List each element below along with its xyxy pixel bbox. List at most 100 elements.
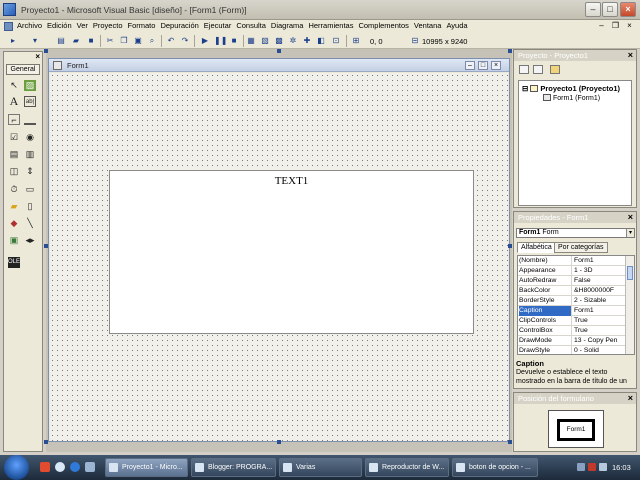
redo-icon[interactable]: ↷ bbox=[180, 36, 190, 46]
menu-item[interactable]: Herramientas bbox=[308, 21, 353, 30]
menu-item[interactable]: Depuración bbox=[160, 21, 198, 30]
quicklaunch-icon[interactable] bbox=[55, 462, 65, 472]
add-form-icon[interactable]: ▾ bbox=[30, 36, 40, 46]
property-row[interactable]: Appearance 1 - 3D bbox=[518, 266, 626, 276]
menu-item[interactable]: Consulta bbox=[236, 21, 266, 30]
child-close-button[interactable]: × bbox=[624, 21, 635, 30]
property-value[interactable]: &H8000000F bbox=[574, 286, 626, 296]
property-value[interactable]: Form1 bbox=[574, 306, 626, 316]
tab-alphabetic[interactable]: Alfabética bbox=[517, 242, 556, 253]
resize-handle[interactable] bbox=[508, 440, 512, 444]
property-value[interactable]: False bbox=[574, 276, 626, 286]
menu-item[interactable]: Ayuda bbox=[446, 21, 467, 30]
menu-item[interactable]: Ver bbox=[77, 21, 88, 30]
data-view-icon[interactable]: ◧ bbox=[316, 36, 326, 46]
taskbar-button[interactable]: Varias bbox=[279, 458, 362, 477]
optionbutton-tool-icon[interactable]: ◉ bbox=[24, 132, 36, 143]
stop-icon[interactable]: ■ bbox=[229, 36, 239, 46]
designer-close-button[interactable]: × bbox=[491, 61, 501, 70]
property-value[interactable]: 13 - Copy Pen bbox=[574, 336, 626, 346]
tab-categorized[interactable]: Por categorías bbox=[554, 242, 608, 253]
property-row[interactable]: ControlBox True bbox=[518, 326, 626, 336]
property-row[interactable]: BorderStyle 2 - Sizable bbox=[518, 296, 626, 306]
menu-item[interactable]: Complementos bbox=[358, 21, 408, 30]
minimize-button[interactable]: – bbox=[585, 2, 601, 17]
resize-handle[interactable] bbox=[508, 244, 512, 248]
combobox-tool-icon[interactable]: ▤ bbox=[8, 149, 20, 160]
properties-close-icon[interactable]: × bbox=[628, 212, 633, 222]
view-code-icon[interactable] bbox=[519, 65, 529, 74]
property-row[interactable]: DrawStyle 0 - Solid bbox=[518, 346, 626, 354]
start-icon[interactable]: ▶ bbox=[200, 36, 210, 46]
object-browser-icon[interactable]: ✲ bbox=[288, 36, 298, 46]
property-value[interactable]: Form1 bbox=[574, 256, 626, 266]
form-layout-close-icon[interactable]: × bbox=[628, 393, 633, 403]
toolbox-close-icon[interactable]: × bbox=[35, 52, 40, 61]
resize-handle[interactable] bbox=[44, 49, 48, 53]
picturebox-tool-icon[interactable]: ▨ bbox=[24, 80, 36, 91]
resize-handle[interactable] bbox=[44, 440, 48, 444]
toolbox-icon[interactable]: ✚ bbox=[302, 36, 312, 46]
cut-icon[interactable]: ✂ bbox=[105, 36, 115, 46]
data-tool-icon[interactable]: ◂▸ bbox=[24, 235, 36, 246]
object-select[interactable]: Form1 Form ▾ bbox=[516, 228, 635, 238]
drivelistbox-tool-icon[interactable]: ▭ bbox=[24, 184, 36, 195]
designer-minimize-button[interactable]: – bbox=[465, 61, 475, 70]
menu-editor-icon[interactable]: ▤ bbox=[56, 36, 66, 46]
menu-item[interactable]: Ejecutar bbox=[204, 21, 232, 30]
pointer-tool-icon[interactable]: ↖ bbox=[8, 80, 20, 91]
listbox-tool-icon[interactable]: ▥ bbox=[24, 149, 36, 160]
property-row[interactable]: DrawMode 13 - Copy Pen bbox=[518, 336, 626, 346]
quicklaunch-icon[interactable] bbox=[85, 462, 95, 472]
frame-tool-icon[interactable]: ⌐ bbox=[8, 114, 20, 125]
property-row[interactable]: AutoRedraw False bbox=[518, 276, 626, 286]
resize-handle[interactable] bbox=[508, 49, 512, 53]
vb-app-icon[interactable] bbox=[3, 3, 16, 16]
resize-handle[interactable] bbox=[44, 244, 48, 248]
taskbar-button[interactable]: boton de opcion - ... bbox=[452, 458, 538, 477]
designer-maximize-button[interactable]: □ bbox=[478, 61, 488, 70]
properties-scrollbar[interactable] bbox=[625, 256, 634, 354]
property-row[interactable]: BackColor &H8000000F bbox=[518, 286, 626, 296]
menu-item[interactable]: Diagrama bbox=[271, 21, 304, 30]
add-project-icon[interactable]: ▸ bbox=[8, 36, 18, 46]
properties-window-icon[interactable]: ▧ bbox=[260, 36, 270, 46]
menu-item[interactable]: Proyecto bbox=[93, 21, 123, 30]
component-manager-icon[interactable]: ⊡ bbox=[331, 36, 341, 46]
volume-icon[interactable] bbox=[599, 463, 607, 471]
form-layout-icon[interactable]: ▩ bbox=[274, 36, 284, 46]
property-row[interactable]: (Nombre) Form1 bbox=[518, 256, 626, 266]
property-value[interactable]: 2 - Sizable bbox=[574, 296, 626, 306]
tree-node-form[interactable]: Form1 (Form1) bbox=[543, 94, 600, 102]
child-minimize-button[interactable]: – bbox=[596, 21, 607, 30]
clock[interactable]: 16:03 bbox=[612, 463, 631, 472]
undo-icon[interactable]: ↶ bbox=[166, 36, 176, 46]
checkbox-tool-icon[interactable]: ☑ bbox=[8, 132, 20, 143]
menu-item[interactable]: Edición bbox=[47, 21, 72, 30]
quicklaunch-icon[interactable] bbox=[70, 462, 80, 472]
form-preview[interactable]: Form1 bbox=[557, 419, 595, 441]
hscrollbar-tool-icon[interactable]: ◫ bbox=[8, 166, 20, 177]
maximize-button[interactable]: □ bbox=[602, 2, 618, 17]
text1-textbox[interactable]: TEXT1 bbox=[109, 170, 474, 334]
filelistbox-tool-icon[interactable]: ▯ bbox=[24, 201, 36, 212]
tray-icon[interactable] bbox=[577, 463, 585, 471]
menu-item[interactable]: Formato bbox=[128, 21, 156, 30]
vscrollbar-tool-icon[interactable]: ⇕ bbox=[24, 166, 36, 177]
property-value[interactable]: True bbox=[574, 326, 626, 336]
taskbar-button[interactable]: Proyecto1 - Micro... bbox=[105, 458, 188, 477]
taskbar-button[interactable]: Reproductor de W... bbox=[365, 458, 449, 477]
form-canvas[interactable]: TEXT1 bbox=[50, 73, 508, 441]
toolbox-tab-general[interactable]: General bbox=[6, 64, 40, 75]
image-tool-icon[interactable]: ▣ bbox=[8, 235, 20, 246]
line-tool-icon[interactable]: ╲ bbox=[24, 218, 36, 229]
open-project-icon[interactable]: ▰ bbox=[71, 36, 81, 46]
textbox-tool-icon[interactable]: ab| bbox=[24, 96, 36, 107]
find-icon[interactable]: ⌕ bbox=[147, 36, 157, 46]
commandbutton-tool-icon[interactable] bbox=[24, 114, 36, 125]
start-button[interactable] bbox=[4, 455, 29, 480]
ole-tool-icon[interactable]: OLE bbox=[8, 257, 20, 268]
resize-handle[interactable] bbox=[277, 440, 281, 444]
pause-icon[interactable]: ❚❚ bbox=[214, 36, 227, 46]
scroll-thumb[interactable] bbox=[627, 266, 633, 280]
